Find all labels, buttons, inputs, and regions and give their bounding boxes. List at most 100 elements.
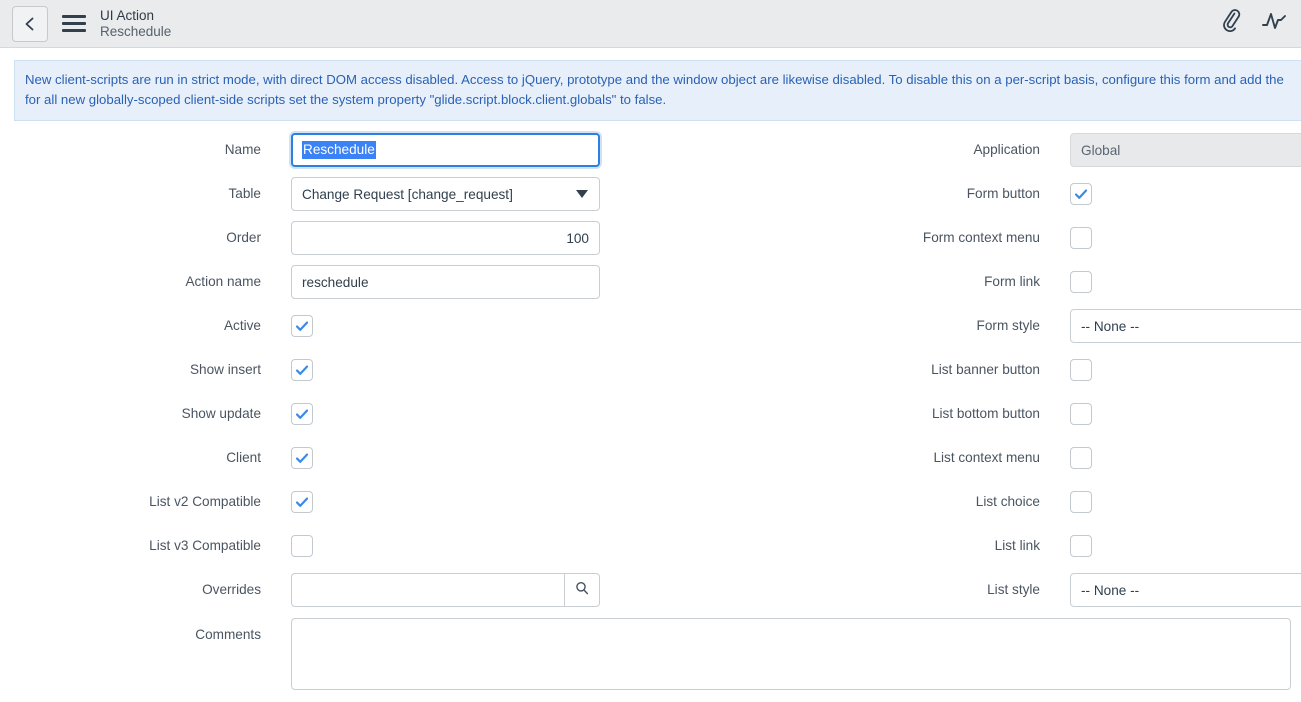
form-left-column: Name Reschedule Table Change Request [ch… xyxy=(0,128,1291,702)
name-input[interactable]: Reschedule xyxy=(291,133,600,167)
ui-action-form: Name Reschedule Table Change Request [ch… xyxy=(0,128,1301,692)
table-select-value: Change Request [change_request] xyxy=(302,186,513,202)
back-button[interactable] xyxy=(12,5,48,42)
comments-textarea[interactable] xyxy=(291,618,1291,690)
field-row-list-banner-button: List banner button xyxy=(650,348,1301,392)
form-link-checkbox[interactable] xyxy=(1070,271,1092,293)
header-actions xyxy=(1219,9,1287,38)
client-checkbox[interactable] xyxy=(291,447,313,469)
list-link-checkbox[interactable] xyxy=(1070,535,1092,557)
action-name-input-value: reschedule xyxy=(302,274,369,290)
field-row-form-button: Form button xyxy=(650,172,1301,216)
label-form-button: Form button xyxy=(966,186,1040,202)
show-insert-checkbox[interactable] xyxy=(291,359,313,381)
field-row-list-v3-compatible: List v3 Compatible xyxy=(0,524,650,568)
table-select[interactable]: Change Request [change_request] xyxy=(291,177,600,211)
field-row-list-bottom-button: List bottom button xyxy=(650,392,1301,436)
check-icon xyxy=(295,365,309,375)
app-header: UI Action Reschedule xyxy=(0,0,1301,48)
label-name: Name xyxy=(224,142,261,158)
field-row-list-context-menu: List context menu xyxy=(650,436,1301,480)
check-icon xyxy=(295,497,309,507)
label-show-insert: Show insert xyxy=(189,362,261,378)
field-row-overrides: Overrides xyxy=(0,568,650,612)
form-button-checkbox[interactable] xyxy=(1070,183,1092,205)
field-row-form-link: Form link xyxy=(650,260,1301,304)
list-style-select[interactable]: -- None -- xyxy=(1070,573,1301,607)
check-icon xyxy=(295,409,309,419)
label-list-link: List link xyxy=(994,538,1040,554)
active-checkbox[interactable] xyxy=(291,315,313,337)
info-banner-line-2: for all new globally-scoped client-side … xyxy=(25,92,667,107)
field-row-active: Active xyxy=(0,304,650,348)
field-row-comments: Comments xyxy=(0,612,1291,702)
application-input-value: Global xyxy=(1081,142,1121,158)
order-input-value: 100 xyxy=(566,230,589,246)
label-list-banner-button: List banner button xyxy=(931,362,1040,378)
label-action-name: Action name xyxy=(185,274,261,290)
label-active: Active xyxy=(223,318,261,334)
field-row-action-name: Action name reschedule xyxy=(0,260,650,304)
hamburger-menu-icon[interactable] xyxy=(62,11,88,37)
application-input: Global xyxy=(1070,133,1301,167)
field-row-table: Table Change Request [change_request] xyxy=(0,172,650,216)
check-icon xyxy=(1074,189,1088,199)
list-banner-button-checkbox[interactable] xyxy=(1070,359,1092,381)
form-style-select-value: -- None -- xyxy=(1081,318,1140,334)
chevron-left-icon xyxy=(23,16,37,32)
field-row-list-style: List style -- None -- xyxy=(650,568,1301,612)
overrides-input[interactable] xyxy=(291,573,564,607)
order-input[interactable]: 100 xyxy=(291,221,600,255)
label-form-link: Form link xyxy=(984,274,1040,290)
label-list-v3-compatible: List v3 Compatible xyxy=(149,538,261,554)
list-context-menu-checkbox[interactable] xyxy=(1070,447,1092,469)
field-row-show-insert: Show insert xyxy=(0,348,650,392)
field-row-order: Order 100 xyxy=(0,216,650,260)
field-row-show-update: Show update xyxy=(0,392,650,436)
name-input-value: Reschedule xyxy=(302,141,376,159)
activity-pulse-icon[interactable] xyxy=(1261,9,1287,38)
label-client: Client xyxy=(226,450,261,466)
field-row-client: Client xyxy=(0,436,650,480)
overrides-lookup-button[interactable] xyxy=(564,573,600,607)
label-show-update: Show update xyxy=(181,406,261,422)
info-banner-line-1: New client-scripts are run in strict mod… xyxy=(25,72,1284,87)
form-context-menu-checkbox[interactable] xyxy=(1070,227,1092,249)
show-update-checkbox[interactable] xyxy=(291,403,313,425)
page-title: UI Action xyxy=(100,7,155,23)
magnifier-icon xyxy=(574,580,590,601)
field-row-list-choice: List choice xyxy=(650,480,1301,524)
label-list-choice: List choice xyxy=(975,494,1040,510)
info-banner: New client-scripts are run in strict mod… xyxy=(14,60,1301,121)
label-list-style: List style xyxy=(987,582,1040,598)
header-title-block: UI Action Reschedule xyxy=(100,8,171,39)
label-order: Order xyxy=(226,230,261,246)
field-row-name: Name Reschedule xyxy=(0,128,650,172)
field-row-application: Application Global xyxy=(650,128,1301,172)
check-icon xyxy=(295,321,309,331)
list-choice-checkbox[interactable] xyxy=(1070,491,1092,513)
list-v2-compatible-checkbox[interactable] xyxy=(291,491,313,513)
field-row-form-style: Form style -- None -- xyxy=(650,304,1301,348)
list-v3-compatible-checkbox[interactable] xyxy=(291,535,313,557)
field-row-form-context-menu: Form context menu xyxy=(650,216,1301,260)
label-overrides: Overrides xyxy=(202,582,261,598)
label-form-style: Form style xyxy=(976,318,1040,334)
action-name-input[interactable]: reschedule xyxy=(291,265,600,299)
list-bottom-button-checkbox[interactable] xyxy=(1070,403,1092,425)
form-style-select[interactable]: -- None -- xyxy=(1070,309,1301,343)
list-style-select-value: -- None -- xyxy=(1081,582,1140,598)
label-list-context-menu: List context menu xyxy=(933,450,1040,466)
label-application: Application xyxy=(973,142,1040,158)
paperclip-icon[interactable] xyxy=(1219,9,1243,38)
label-table: Table xyxy=(228,186,262,202)
form-right-column: Application Global Form button Form cont… xyxy=(650,128,1301,612)
label-list-bottom-button: List bottom button xyxy=(931,406,1040,422)
overrides-reference-field xyxy=(291,573,600,607)
field-row-list-v2-compatible: List v2 Compatible xyxy=(0,480,650,524)
chevron-down-icon xyxy=(576,190,588,198)
check-icon xyxy=(295,453,309,463)
record-name: Reschedule xyxy=(100,23,172,39)
label-form-context-menu: Form context menu xyxy=(922,230,1040,246)
label-comments: Comments xyxy=(195,627,261,642)
